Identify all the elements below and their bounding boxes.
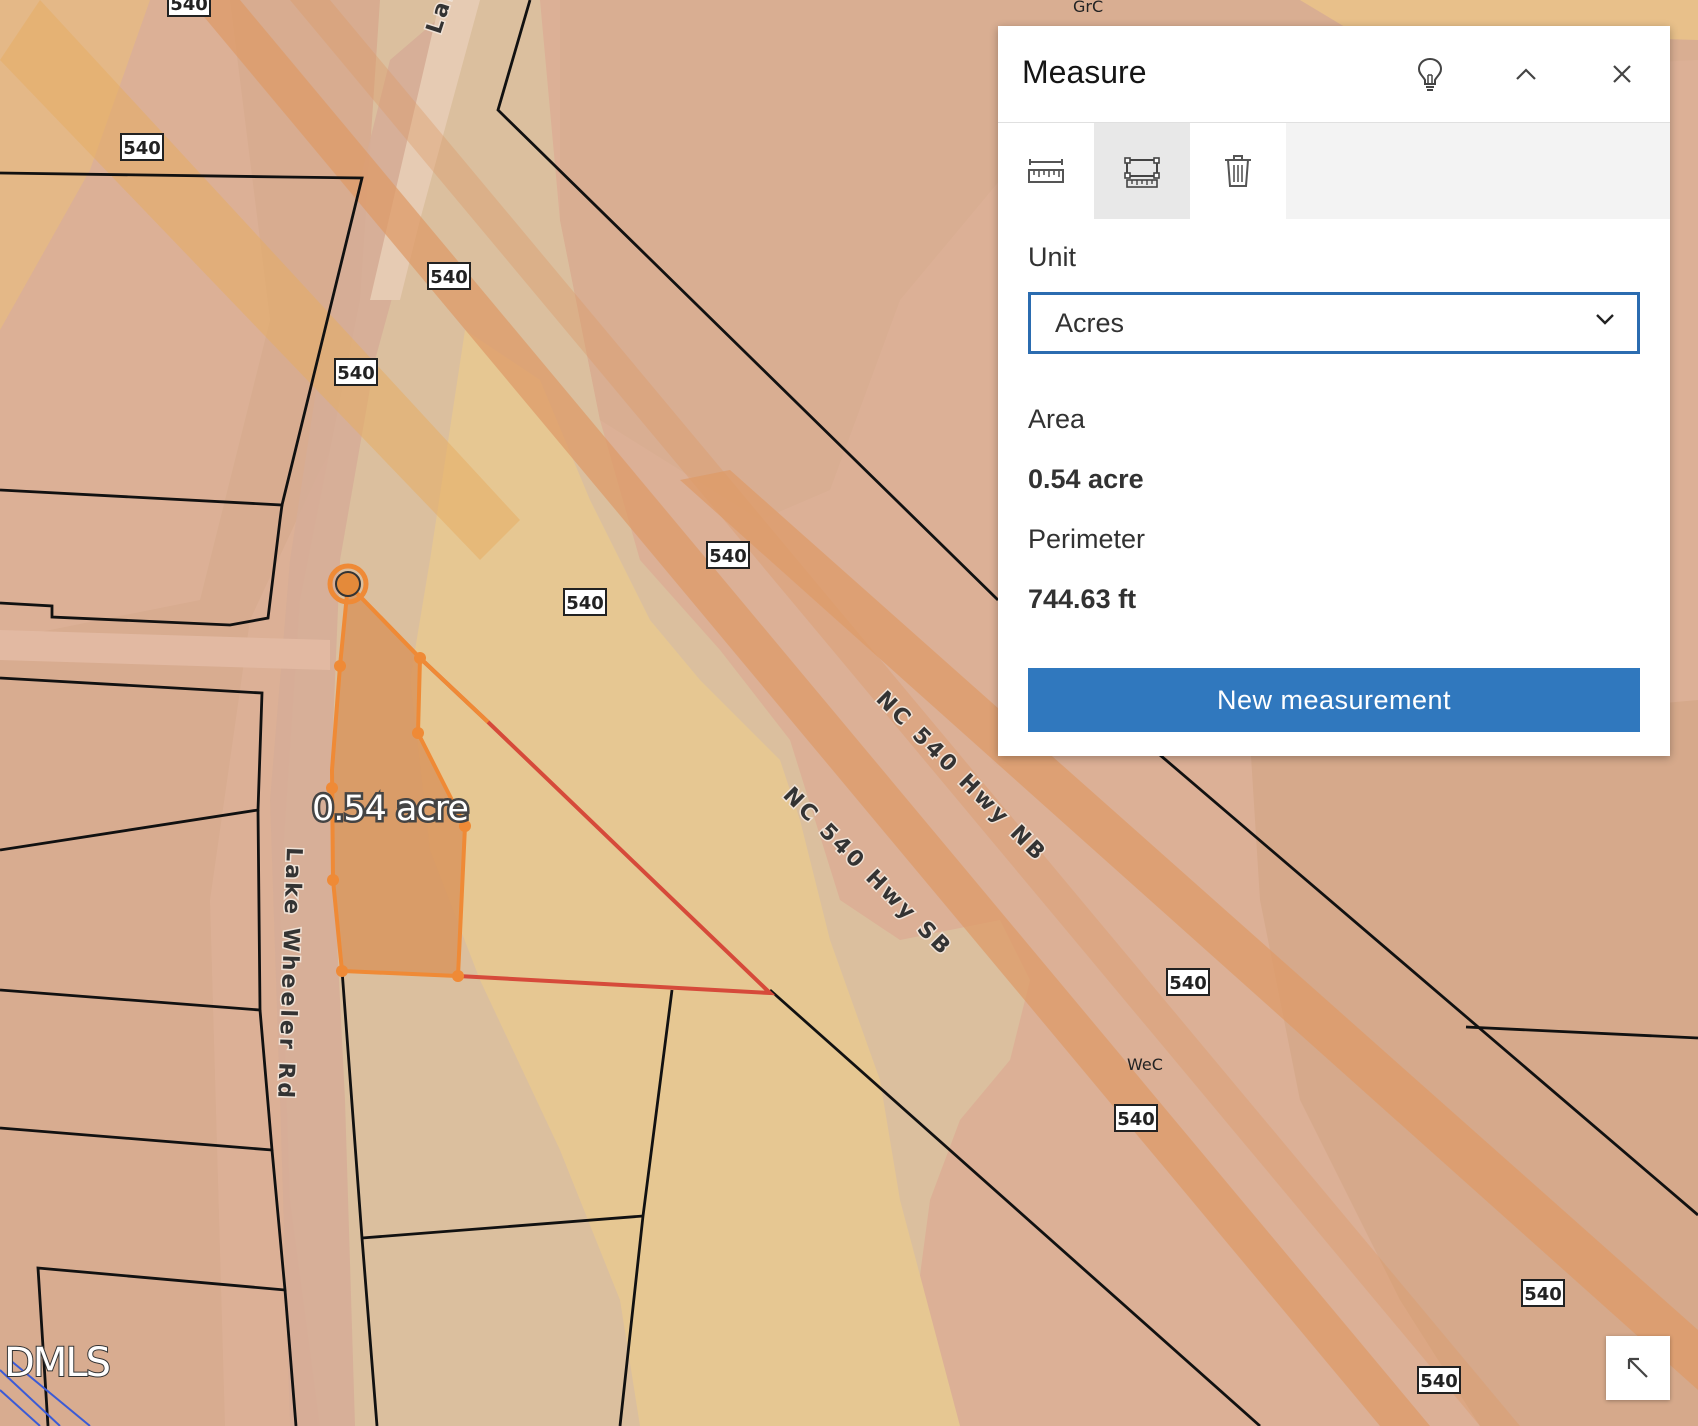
area-measure-icon [1124,157,1160,188]
tab-clear[interactable] [1190,123,1286,219]
close-button[interactable] [1598,50,1646,98]
soil-label-grc: GrC [1073,0,1103,16]
route-shield: 540 [427,262,471,290]
chevron-down-icon [1596,314,1614,325]
watermark-logo: DMLS [4,1340,110,1386]
tab-distance[interactable] [998,123,1094,219]
svg-text:540: 540 [566,593,604,614]
svg-text:540: 540 [709,546,747,567]
route-shield: 540 [706,541,750,569]
svg-text:540: 540 [337,363,375,384]
area-label: Area [1028,404,1086,434]
tab-area[interactable] [1094,123,1190,219]
svg-text:540: 540 [1117,1109,1155,1130]
measure-panel: Measure Unit Acres Area 0.54 acre Perime… [998,26,1670,756]
lightbulb-icon [1417,57,1443,91]
unit-select-value: Acres [1055,308,1125,338]
panel-header: Measure [998,26,1670,123]
collapse-button[interactable] [1502,50,1550,98]
trash-icon [1225,155,1251,187]
route-shield: 540 [120,133,164,161]
svg-text:540: 540 [170,0,208,15]
svg-text:540: 540 [1169,973,1207,994]
route-shield: 540 [1521,1279,1565,1307]
svg-text:540: 540 [123,138,161,159]
route-shield: 540 [334,358,378,386]
route-shield: 540 [1166,968,1210,996]
perimeter-value: 744.63 ft [1028,584,1137,614]
svg-text:540: 540 [430,267,468,288]
hint-button[interactable] [1406,50,1454,98]
measure-tool-tabs [998,123,1670,219]
panel-title: Measure [1022,54,1147,90]
expand-button[interactable] [1606,1336,1670,1400]
area-value: 0.54 acre [1028,464,1144,494]
svg-text:540: 540 [1420,1371,1458,1392]
close-icon [1613,65,1631,83]
unit-label: Unit [1028,242,1077,272]
svg-text:540: 540 [1524,1284,1562,1305]
new-measurement-button[interactable]: New measurement [1028,668,1640,732]
unit-select[interactable]: Acres [1028,292,1640,354]
measurement-label: 0.54 acre [312,789,468,829]
soil-label-wec: WeC [1127,1055,1163,1074]
route-shield: 540 [563,588,607,616]
perimeter-label: Perimeter [1028,524,1146,554]
chevron-up-icon [1516,68,1536,80]
ruler-icon [1028,159,1064,183]
route-shield: 540 [1114,1104,1158,1132]
route-shield: 540 [1417,1366,1461,1394]
arrow-up-left-icon [1627,1357,1648,1378]
route-shield: 540 [167,0,211,17]
